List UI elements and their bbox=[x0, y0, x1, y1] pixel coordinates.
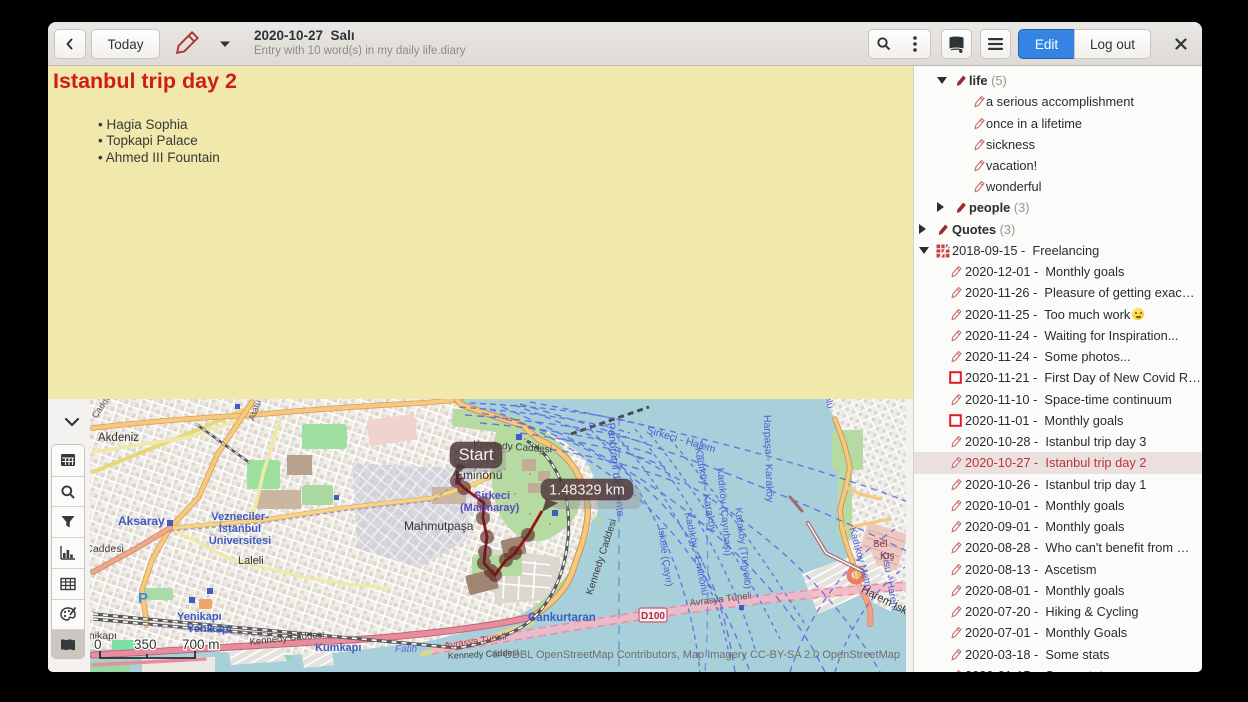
svg-text:İstanbul: İstanbul bbox=[219, 522, 261, 535]
svg-text:Laleli: Laleli bbox=[238, 555, 264, 567]
svg-text:(Marmaray): (Marmaray) bbox=[460, 502, 520, 514]
svg-text:© ODBL OpenStreetMap Contribut: © ODBL OpenStreetMap Contributors, Map I… bbox=[492, 649, 900, 661]
svg-text:0: 0 bbox=[94, 637, 102, 652]
svg-text:Kış: Kış bbox=[880, 551, 894, 562]
svg-text:1.48329 km: 1.48329 km bbox=[549, 483, 625, 499]
svg-text:Cankurtaran: Cankurtaran bbox=[528, 612, 596, 624]
svg-text:Üniversitesi: Üniversitesi bbox=[209, 534, 271, 547]
svg-text:P: P bbox=[138, 590, 148, 607]
svg-text:Aksaray: Aksaray bbox=[118, 514, 165, 528]
svg-text:Sel: Sel bbox=[873, 539, 887, 550]
svg-text:Vezneciler-: Vezneciler- bbox=[211, 511, 269, 523]
svg-text:D100: D100 bbox=[641, 611, 665, 622]
svg-text:350: 350 bbox=[134, 637, 157, 652]
svg-text:Sirkeci: Sirkeci bbox=[474, 490, 510, 502]
svg-text:Yenikapı: Yenikapı bbox=[187, 623, 232, 635]
svg-text:Yenikapı: Yenikapı bbox=[177, 611, 222, 623]
svg-text:Mahmutpaşa: Mahmutpaşa bbox=[404, 519, 474, 533]
svg-text:i Caddesi: i Caddesi bbox=[90, 543, 124, 555]
svg-text:Akdeniz: Akdeniz bbox=[98, 432, 139, 444]
svg-text:700 m: 700 m bbox=[182, 637, 220, 652]
svg-text:Kumkapı: Kumkapı bbox=[315, 642, 361, 654]
svg-text:Fatih: Fatih bbox=[395, 644, 418, 655]
svg-text:Start: Start bbox=[459, 446, 494, 464]
